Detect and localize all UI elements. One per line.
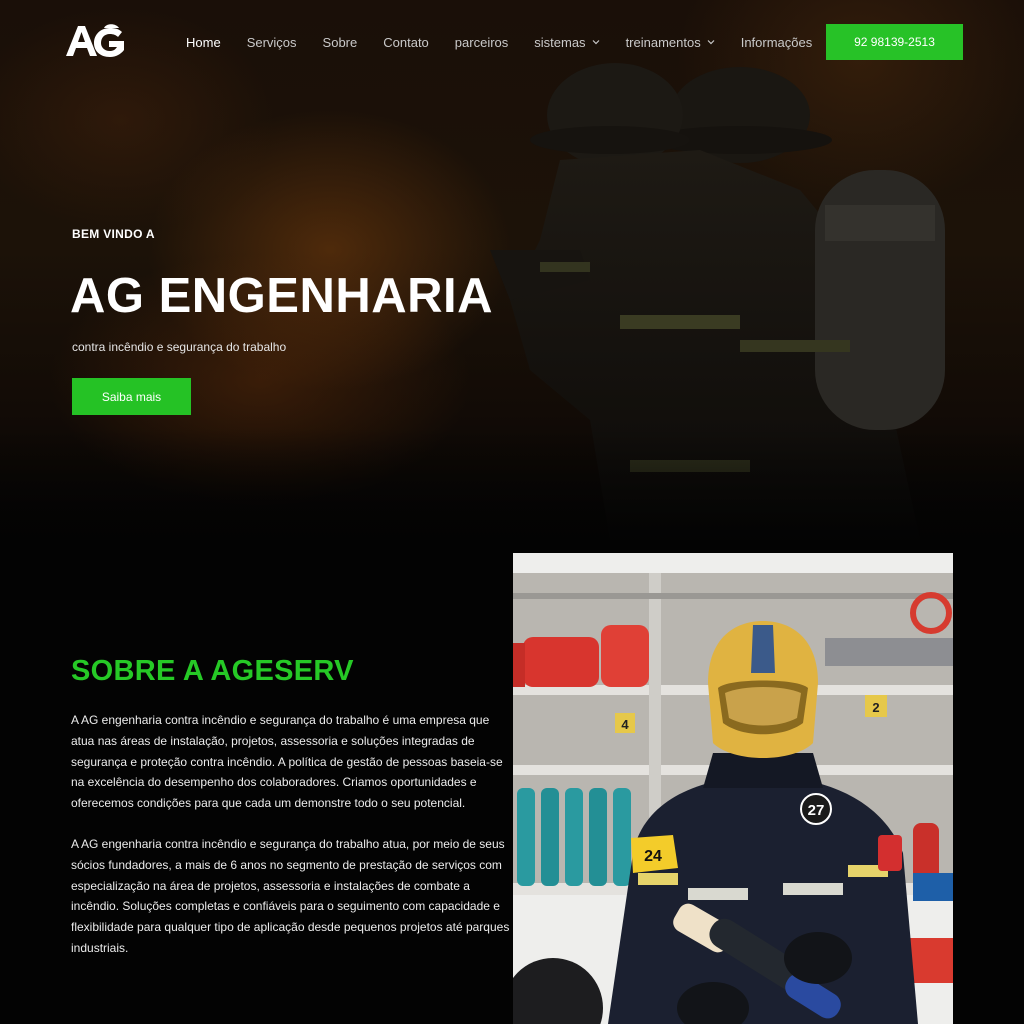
chevron-down-icon — [707, 40, 715, 45]
ag-logo[interactable] — [64, 22, 128, 60]
nav-label: parceiros — [454, 34, 509, 50]
about-title: SOBRE A AGESERV — [71, 655, 354, 687]
helmet-number: 27 — [808, 802, 825, 819]
nav-label: Home — [186, 34, 221, 50]
saiba-mais-button[interactable]: Saiba mais — [72, 378, 191, 415]
nav-label: Sobre — [322, 34, 358, 50]
hero-title: AG ENGENHARIA — [70, 269, 494, 323]
hero-kicker: BEM VINDO A — [72, 227, 155, 241]
nav-label: Contato — [383, 34, 429, 50]
nav-item-sobre[interactable]: Sobre — [323, 35, 358, 50]
nav-item-sistemas[interactable]: sistemas — [534, 35, 599, 50]
sleeve-badge: 24 — [644, 848, 662, 865]
nav-item-treinamentos[interactable]: treinamentos — [626, 35, 715, 50]
nav-item-informacoes[interactable]: Informações — [741, 35, 813, 50]
nav-item-servicos[interactable]: Serviços — [247, 35, 297, 50]
nav-item-contato[interactable]: Contato — [383, 35, 429, 50]
nav-label: sistemas — [534, 34, 586, 50]
nav-label: Informações — [740, 34, 813, 50]
firefighter-photo: 2 4 24 27 — [513, 553, 953, 1024]
phone-button[interactable]: 92 98139-2513 — [826, 24, 963, 60]
about-paragraph-2: A AG engenharia contra incêndio e segura… — [71, 837, 510, 955]
chevron-down-icon — [592, 40, 599, 45]
main-nav: Home Serviços Sobre Contato parceiros si… — [186, 32, 838, 52]
shelf-number: 4 — [621, 717, 629, 732]
nav-label: Serviços — [246, 34, 297, 50]
about-paragraph-1: A AG engenharia contra incêndio e segura… — [71, 713, 503, 811]
nav-item-home[interactable]: Home — [186, 35, 221, 50]
nav-item-parceiros[interactable]: parceiros — [455, 35, 508, 50]
shelf-number: 2 — [872, 700, 879, 715]
hero-subtitle: contra incêndio e segurança do trabalho — [72, 340, 287, 354]
nav-label: treinamentos — [625, 34, 701, 50]
